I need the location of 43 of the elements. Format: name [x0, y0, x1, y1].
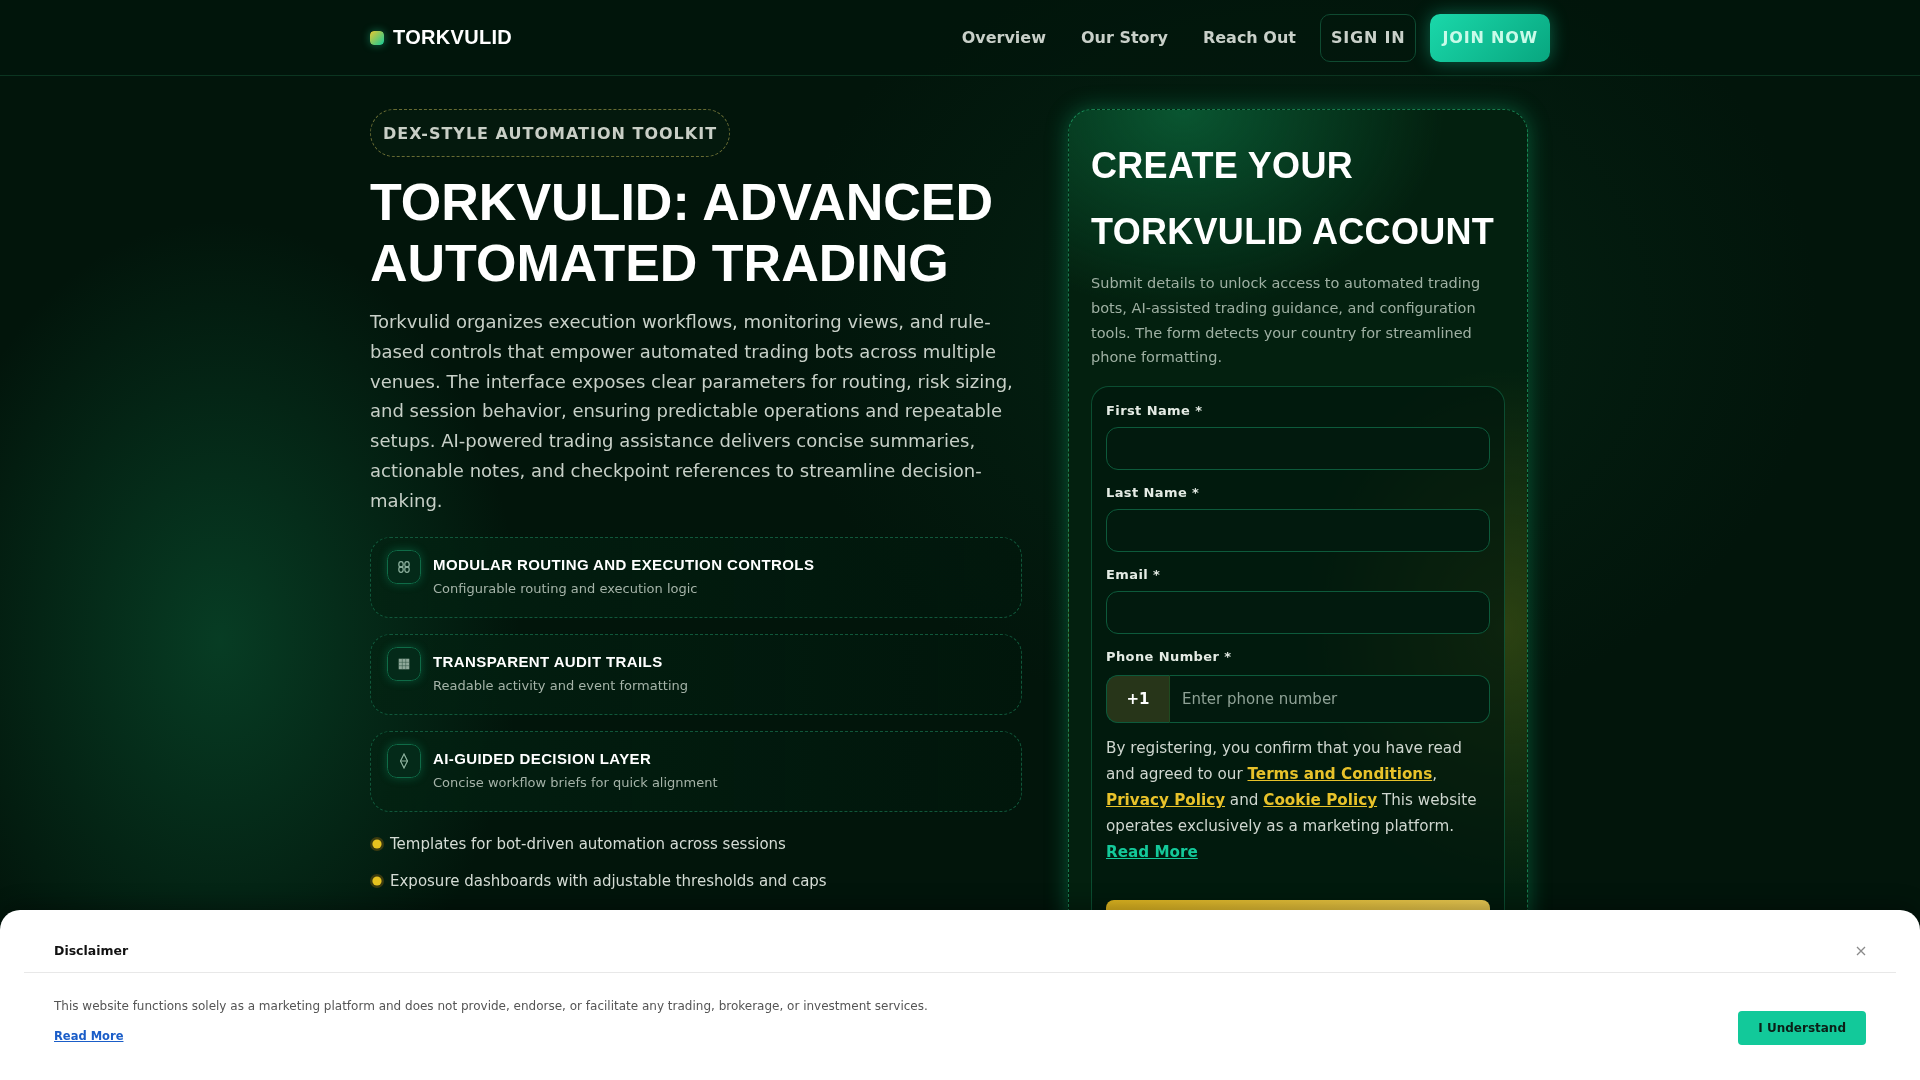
- bullet-dot-icon: [370, 837, 384, 852]
- phone-input[interactable]: Enter phone number: [1170, 675, 1490, 724]
- bullet-text: Exposure dashboards with adjustable thresholds and caps: [390, 871, 827, 893]
- disclaimer-title: Disclaimer: [54, 942, 129, 960]
- read-more-link[interactable]: Read More: [1106, 843, 1198, 862]
- read-more-link[interactable]: Read More: [54, 1027, 124, 1045]
- hero-badge: DEX-STYLE AUTOMATION TOOLKIT: [370, 109, 731, 157]
- country-code-prefix[interactable]: +1: [1106, 675, 1170, 724]
- feature-title: AI-GUIDED DECISION LAYER: [433, 750, 653, 769]
- logo-text: TORKVULID: [393, 26, 512, 49]
- feature-title: MODULAR ROUTING AND EXECUTION CONTROLS: [433, 556, 815, 575]
- input-field[interactable]: [1106, 591, 1490, 635]
- diamond-icon: [387, 744, 421, 779]
- bullet-text: Templates for bot-driven automation across sessions: [390, 834, 786, 856]
- feature-subtitle: Configurable routing and execution logic: [433, 580, 699, 599]
- nav-link[interactable]: Overview: [961, 28, 1046, 47]
- feature-subtitle: Concise workflow briefs for quick alignment: [433, 774, 718, 793]
- feature-subtitle: Readable activity and event formatting: [433, 677, 688, 696]
- feature-title: TRANSPARENT AUDIT TRAILS: [433, 653, 664, 672]
- sign-in-button[interactable]: SIGN IN: [1319, 13, 1417, 62]
- bullet-dot-icon: [370, 874, 384, 889]
- input-field[interactable]: [1106, 509, 1490, 553]
- hero-description: Torkvulid organizes execution workflows, monitoring views, and rule-based controls that empower automated trading bots across multiple venues. The interface exposes clear parameters for routing, risk sizing, and session behavior, ensuring predictable operations and repeatable setups. AI-powered trading assistance delivers concise summaries, actionable notes, and checkpoint references to streamline decision-making.: [370, 310, 1014, 513]
- legal-link[interactable]: Terms and Conditions: [1247, 765, 1433, 784]
- field-label: Last Name *: [1106, 485, 1201, 502]
- logo-icon: [370, 30, 384, 45]
- legal-link[interactable]: Privacy Policy: [1106, 791, 1226, 810]
- input-field[interactable]: [1106, 427, 1490, 471]
- grid-square-icon: [387, 647, 421, 682]
- field-label: Phone Number *: [1106, 649, 1233, 666]
- field-label: First Name *: [1106, 403, 1204, 420]
- field-label: Email *: [1106, 567, 1162, 584]
- understand-button[interactable]: I Understand: [1738, 1011, 1866, 1045]
- hero-title: TORKVULID: ADVANCED AUTOMATED TRADING: [370, 172, 995, 294]
- nav-link[interactable]: Reach Out: [1202, 28, 1296, 47]
- consent-text: By registering, you confirm that you have read and agreed to our Terms and Conditions, Privacy Policy and Cookie Policy This website operates exclusively as a marketing platform. Read More: [1106, 738, 1478, 864]
- signup-title: CREATE YOUR TORKVULID ACCOUNT: [1091, 144, 1496, 254]
- disclaimer-text: This website functions solely as a marketing platform and does not provide, endorse, or facilitate any trading, brokerage, or investment services.: [54, 998, 928, 1015]
- nav-link[interactable]: Our Story: [1080, 28, 1168, 47]
- legal-link[interactable]: Cookie Policy: [1263, 791, 1378, 810]
- chain-link-icon: [387, 550, 421, 585]
- close-icon[interactable]: [1856, 946, 1866, 956]
- signup-description: Submit details to unlock access to automated trading bots, AI-assisted trading guidance, and configuration tools. The form detects your country for streamlined phone formatting.: [1091, 274, 1482, 368]
